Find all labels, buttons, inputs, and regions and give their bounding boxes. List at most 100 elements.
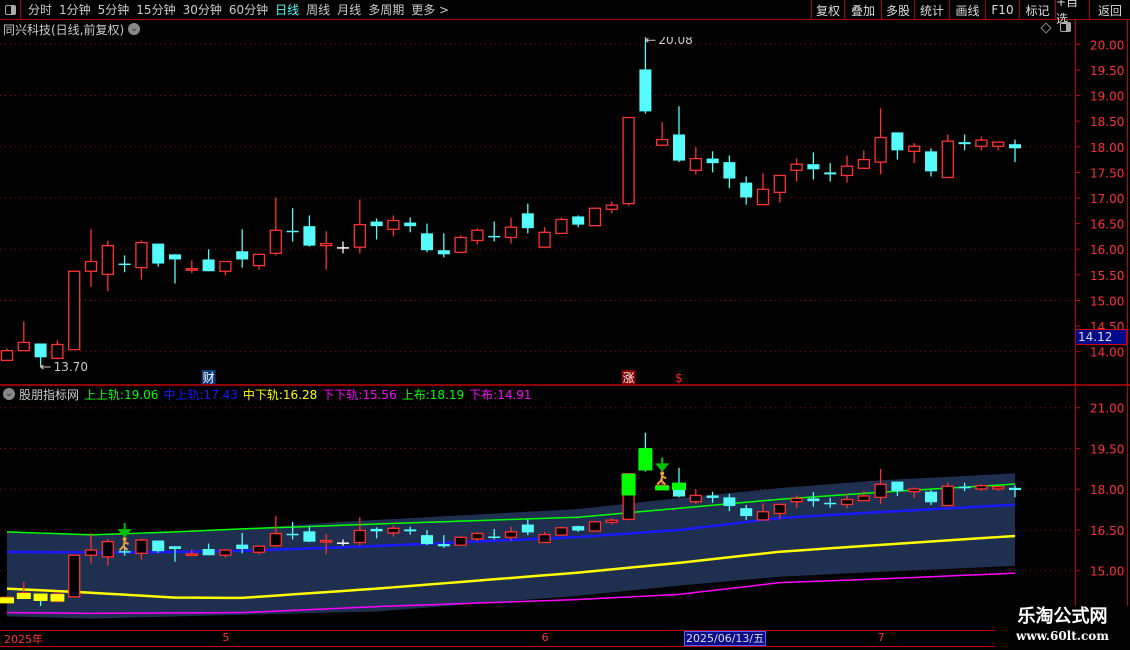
chevron-down-icon[interactable]: ⌄	[3, 388, 15, 400]
period-tab[interactable]: 15分钟	[136, 3, 175, 17]
breakout-body	[638, 448, 653, 471]
legend-value: 16.28	[282, 387, 318, 402]
candle-body	[572, 526, 585, 531]
candle	[421, 223, 433, 253]
candle	[135, 240, 148, 280]
main-price-panel: 20.08 13.70	[0, 33, 1021, 374]
candle-body	[588, 207, 602, 227]
toolbar-button[interactable]: 返回	[1089, 0, 1130, 20]
price-tick-label: 18.50	[1090, 115, 1124, 129]
toolbar-button[interactable]: +自选	[1055, 0, 1089, 26]
legend-value: 19.06	[124, 387, 159, 402]
candle-body	[958, 486, 971, 489]
period-tab[interactable]: 1分钟	[59, 3, 91, 17]
candle-body	[454, 536, 467, 546]
date-tick-label: 5	[222, 631, 230, 644]
signal-bar	[655, 486, 670, 491]
period-tab[interactable]: 周线	[306, 3, 330, 17]
candle-body	[202, 259, 215, 272]
candle-body	[538, 533, 551, 544]
candle-body	[437, 250, 450, 255]
candle-body	[521, 213, 534, 229]
candle-body	[504, 226, 518, 239]
candle-body	[656, 138, 669, 146]
price-tick-label: 14.00	[1090, 346, 1124, 360]
candle-body	[740, 182, 753, 198]
candle	[773, 174, 786, 203]
candle-body	[51, 343, 64, 359]
indicator-tick-label: 21.00	[1090, 402, 1124, 416]
candle	[656, 122, 669, 146]
candle-body	[152, 540, 165, 552]
candle-body	[504, 531, 518, 538]
candle	[84, 229, 98, 287]
candle-body	[303, 226, 316, 246]
candle-body	[925, 491, 937, 503]
candle-body	[269, 532, 282, 547]
candle	[504, 217, 518, 244]
panel-toggle-button[interactable]	[0, 0, 21, 20]
toolbar-button[interactable]: 画线	[949, 0, 985, 20]
period-tab[interactable]: 月线	[337, 3, 361, 17]
candle	[756, 173, 770, 206]
candle-body	[303, 531, 316, 542]
toolbar-button[interactable]: F10	[985, 0, 1019, 20]
price-tick-label: 18.00	[1090, 141, 1124, 155]
panel-toggle-icon[interactable]	[1060, 22, 1071, 32]
period-tab[interactable]: 多周期	[368, 3, 404, 17]
candle-body	[840, 498, 854, 506]
candle	[370, 218, 383, 240]
candle	[891, 132, 904, 160]
candle-body	[320, 539, 333, 543]
candle-body	[740, 508, 753, 517]
period-tab[interactable]: 5分钟	[98, 3, 130, 17]
candle-body	[101, 540, 114, 558]
candle	[975, 136, 988, 151]
period-tab[interactable]: 60分钟	[229, 3, 268, 17]
period-tab[interactable]: 分时	[28, 3, 52, 17]
period-tabs: 分时 1分钟 5分钟 15分钟 30分钟 60分钟 日线 周线 月线 多周期 更多 >	[21, 1, 449, 18]
toolbar-button[interactable]: 统计	[914, 0, 949, 20]
legend-value: 17.43	[203, 387, 238, 402]
toolbar-button[interactable]: 叠加	[844, 0, 881, 20]
chevron-down-icon[interactable]: ⌄	[128, 23, 141, 35]
period-tab[interactable]: 更多 >	[411, 3, 449, 17]
candle-body	[84, 549, 98, 556]
indicator-tick-label: 16.50	[1090, 524, 1124, 538]
extreme-price-label: 20.08	[658, 33, 692, 47]
candle	[185, 260, 198, 274]
candle-body	[941, 140, 954, 179]
candle	[925, 148, 937, 177]
candle-body	[471, 229, 484, 242]
indicator-legend-item: 中下轨:16.28	[242, 387, 318, 402]
candle-body	[723, 162, 736, 179]
toolbar-button[interactable]: 多股	[881, 0, 914, 20]
candle-body	[169, 254, 181, 260]
candle	[807, 152, 820, 180]
period-tab[interactable]: 日线	[275, 3, 299, 17]
candle-body	[185, 553, 198, 557]
candle-body	[337, 247, 349, 249]
toolbar-button[interactable]: 复权	[811, 0, 844, 20]
candle	[152, 243, 165, 267]
candle-body	[975, 485, 988, 490]
indicator-tick-label: 15.00	[1090, 565, 1124, 579]
legend-value: 18.19	[429, 387, 465, 402]
candle-body	[252, 253, 266, 267]
candle-body	[17, 341, 30, 352]
period-tab[interactable]: 30分钟	[183, 3, 222, 17]
candle	[17, 321, 30, 352]
legend-label: 下布	[469, 387, 494, 402]
candle	[672, 467, 686, 498]
candle-body	[169, 546, 181, 549]
candle-body	[488, 536, 501, 538]
candle-body	[454, 236, 467, 253]
extreme-price-label: 13.70	[54, 360, 88, 374]
candle	[152, 540, 165, 553]
candle	[437, 233, 450, 258]
toolbar-button[interactable]: 标记	[1019, 0, 1055, 20]
indicator-name: 股朋指标网	[19, 387, 80, 402]
candle	[723, 155, 736, 189]
candle-body	[840, 165, 854, 177]
candle-body	[252, 545, 266, 553]
